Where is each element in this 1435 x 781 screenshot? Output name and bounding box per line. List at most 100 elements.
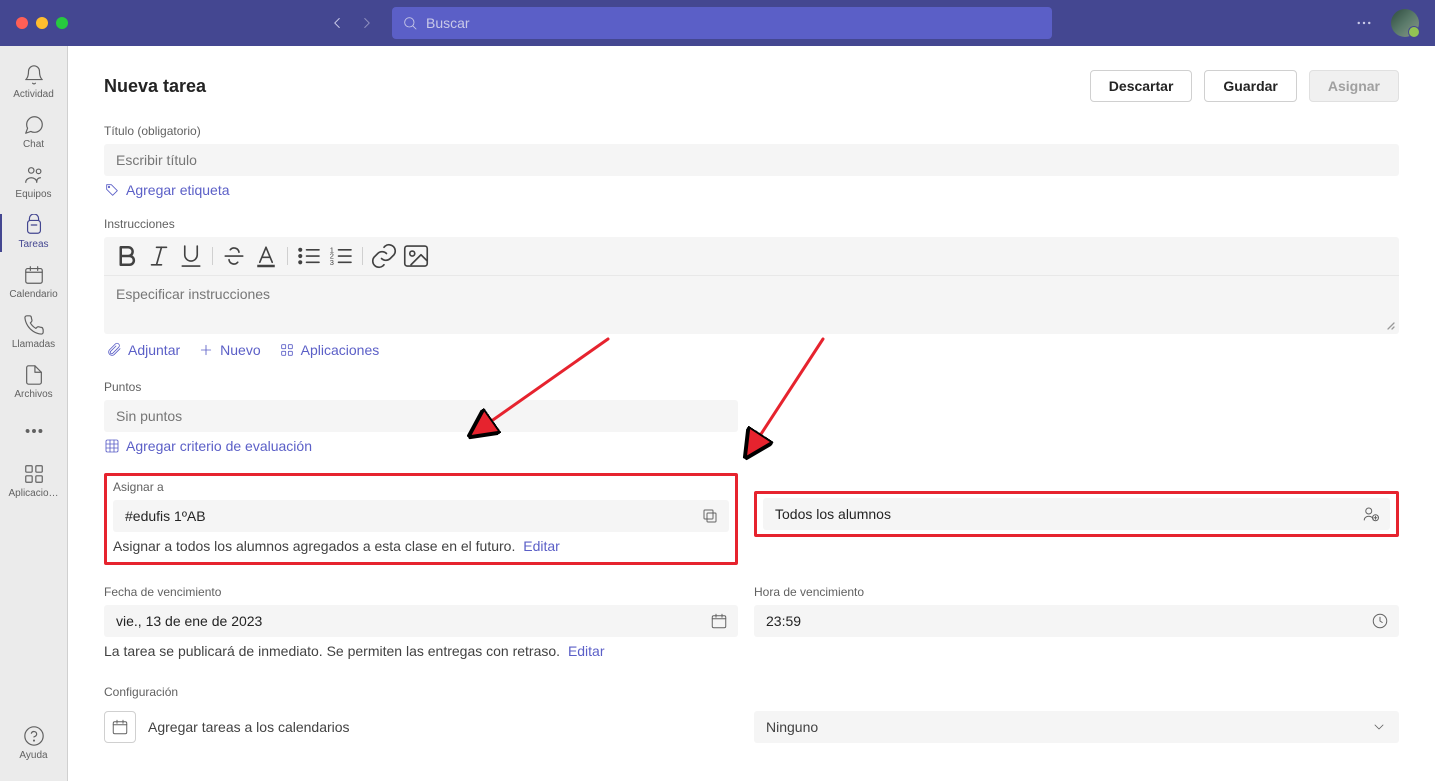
image-icon — [401, 241, 431, 271]
calendar-dropdown[interactable]: Ninguno — [754, 711, 1399, 743]
numbered-list-button[interactable]: 123 — [326, 241, 356, 271]
due-date-input[interactable] — [104, 605, 738, 637]
students-input[interactable] — [763, 498, 1390, 530]
close-window-icon[interactable] — [16, 17, 28, 29]
publish-edit-link[interactable]: Editar — [568, 643, 605, 659]
backpack-icon — [23, 214, 45, 236]
siderail-item-label: Llamadas — [12, 339, 55, 350]
siderail-item-label: Equipos — [15, 189, 51, 200]
phone-icon — [23, 314, 45, 336]
siderail-item-label: Ayuda — [19, 750, 47, 761]
assign-button: Asignar — [1309, 70, 1399, 102]
add-tag-link[interactable]: Agregar etiqueta — [104, 182, 230, 198]
add-calendar-label: Agregar tareas a los calendarios — [148, 719, 350, 735]
nav-arrows — [328, 14, 376, 32]
rubric-icon — [104, 438, 120, 454]
italic-button[interactable] — [144, 241, 174, 271]
due-time-label: Hora de vencimiento — [754, 585, 1399, 599]
points-input[interactable] — [104, 400, 738, 432]
svg-text:3: 3 — [330, 258, 334, 267]
publish-text: La tarea se publicará de inmediato. Se p… — [104, 643, 560, 659]
assign-to-highlight: Asignar a Asignar a todos los alumnos ag… — [104, 473, 738, 565]
assign-future-text: Asignar a todos los alumnos agregados a … — [113, 538, 515, 554]
search-icon — [402, 15, 418, 31]
search-input[interactable] — [426, 15, 1042, 31]
siderail-item-label: Calendario — [9, 289, 57, 300]
italic-icon — [144, 241, 174, 271]
siderail-item-files[interactable]: Archivos — [0, 358, 68, 408]
siderail-item-calendar[interactable]: Calendario — [0, 258, 68, 308]
rich-editor: 123 Especificar instrucciones — [104, 237, 1399, 334]
discard-button[interactable]: Descartar — [1090, 70, 1193, 102]
back-icon[interactable] — [328, 14, 346, 32]
siderail-item-teams[interactable]: Equipos — [0, 158, 68, 208]
strikethrough-button[interactable] — [219, 241, 249, 271]
resize-handle-icon[interactable] — [1383, 318, 1395, 330]
forward-icon[interactable] — [358, 14, 376, 32]
attach-link[interactable]: Adjuntar — [106, 342, 180, 358]
instructions-input[interactable]: Especificar instrucciones — [104, 276, 1399, 334]
numbered-list-icon: 123 — [326, 241, 356, 271]
due-date-label: Fecha de vencimiento — [104, 585, 738, 599]
students-highlight — [754, 491, 1399, 537]
class-picker-icon[interactable] — [701, 507, 719, 525]
bold-button[interactable] — [112, 241, 142, 271]
siderail-item-calls[interactable]: Llamadas — [0, 308, 68, 358]
add-rubric-link[interactable]: Agregar criterio de evaluación — [104, 438, 312, 454]
people-add-icon[interactable] — [1362, 505, 1380, 523]
titlebar — [0, 0, 1435, 46]
minimize-window-icon[interactable] — [36, 17, 48, 29]
calendar-small-icon — [111, 718, 129, 736]
siderail: Actividad Chat Equipos Tareas Calendario… — [0, 46, 68, 781]
new-link[interactable]: Nuevo — [198, 342, 260, 358]
add-tag-label: Agregar etiqueta — [126, 182, 230, 198]
siderail-item-apps[interactable]: Aplicacio… — [0, 457, 68, 507]
instructions-label: Instrucciones — [104, 217, 1399, 231]
clock-icon[interactable] — [1371, 612, 1389, 630]
assign-future-edit-link[interactable]: Editar — [523, 538, 560, 554]
save-button[interactable]: Guardar — [1204, 70, 1296, 102]
file-icon — [23, 364, 45, 386]
chevron-down-icon — [1371, 719, 1387, 735]
people-icon — [23, 164, 45, 186]
bullet-list-icon — [294, 241, 324, 271]
new-label: Nuevo — [220, 342, 260, 358]
calendar-picker-icon[interactable] — [710, 612, 728, 630]
underline-icon — [176, 241, 206, 271]
siderail-item-help[interactable]: Ayuda — [0, 719, 68, 769]
chat-icon — [23, 114, 45, 136]
underline-button[interactable] — [176, 241, 206, 271]
apps-icon — [23, 463, 45, 485]
due-time-input[interactable] — [754, 605, 1399, 637]
tag-icon — [104, 182, 120, 198]
apps-link[interactable]: Aplicaciones — [279, 342, 380, 358]
siderail-item-chat[interactable]: Chat — [0, 108, 68, 158]
add-rubric-label: Agregar criterio de evaluación — [126, 438, 312, 454]
settings-label: Configuración — [104, 685, 1399, 699]
siderail-item-label: Actividad — [13, 89, 54, 100]
siderail-item-more[interactable] — [0, 408, 68, 457]
maximize-window-icon[interactable] — [56, 17, 68, 29]
search-bar[interactable] — [392, 7, 1052, 39]
page-title: Nueva tarea — [104, 76, 206, 97]
bullet-list-button[interactable] — [294, 241, 324, 271]
assign-to-input[interactable] — [113, 500, 729, 532]
title-label: Título (obligatorio) — [104, 124, 1399, 138]
siderail-item-assignments[interactable]: Tareas — [0, 208, 68, 258]
siderail-item-label: Aplicacio… — [8, 488, 58, 499]
calendar-icon — [23, 264, 45, 286]
link-button[interactable] — [369, 241, 399, 271]
bell-icon — [23, 64, 45, 86]
more-icon[interactable] — [1355, 14, 1373, 32]
font-color-icon — [251, 241, 281, 271]
calendar-setting-icon-box — [104, 711, 136, 743]
image-button[interactable] — [401, 241, 431, 271]
assign-to-label: Asignar a — [113, 480, 729, 494]
window-controls — [16, 17, 68, 29]
siderail-item-activity[interactable]: Actividad — [0, 58, 68, 108]
font-color-button[interactable] — [251, 241, 281, 271]
title-input[interactable] — [104, 144, 1399, 176]
avatar[interactable] — [1391, 9, 1419, 37]
plus-icon — [198, 342, 214, 358]
help-icon — [23, 725, 45, 747]
